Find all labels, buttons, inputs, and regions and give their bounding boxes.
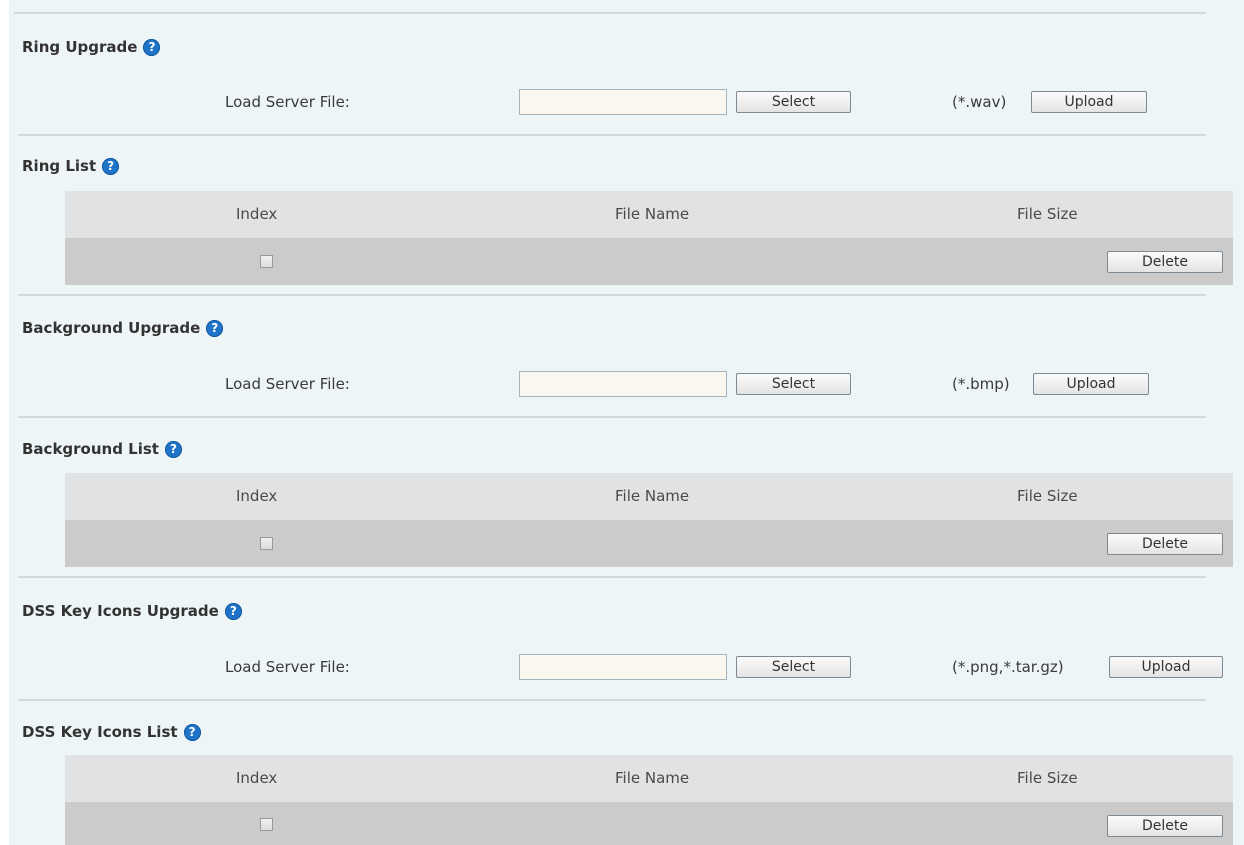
- help-icon[interactable]: ?: [206, 319, 224, 337]
- background-file-extension: (*.bmp): [952, 375, 1010, 393]
- dss-list-title: DSS Key Icons List ?: [22, 721, 201, 743]
- help-icon[interactable]: ?: [102, 157, 120, 175]
- ring-select-button[interactable]: Select: [736, 91, 851, 113]
- dss-upload-button[interactable]: Upload: [1109, 656, 1223, 678]
- dss-file-extension: (*.png,*.tar.gz): [952, 658, 1064, 676]
- select-all-checkbox[interactable]: [260, 818, 273, 831]
- settings-panel: [9, 0, 1244, 845]
- ring-delete-button[interactable]: Delete: [1107, 251, 1223, 273]
- section-divider: [18, 294, 1206, 296]
- dss-list-table-row: Delete: [65, 802, 1233, 845]
- help-icon[interactable]: ?: [224, 602, 242, 620]
- section-title-text: Ring List: [22, 157, 97, 175]
- dss-select-button[interactable]: Select: [736, 656, 851, 678]
- ring-upgrade-title: Ring Upgrade ?: [22, 36, 161, 58]
- section-divider: [18, 576, 1206, 578]
- column-header-index: Index: [236, 769, 278, 787]
- section-divider: [18, 134, 1206, 136]
- ring-upload-button[interactable]: Upload: [1031, 91, 1147, 113]
- section-title-text: DSS Key Icons Upgrade: [22, 602, 219, 620]
- load-server-file-label: Load Server File:: [225, 375, 350, 393]
- column-header-file-name: File Name: [615, 769, 690, 787]
- background-list-title: Background List ?: [22, 438, 182, 460]
- ring-list-title: Ring List ?: [22, 155, 120, 177]
- background-upload-button[interactable]: Upload: [1033, 373, 1149, 395]
- column-header-file-size: File Size: [1017, 205, 1078, 223]
- dss-upgrade-title: DSS Key Icons Upgrade ?: [22, 600, 242, 622]
- ring-file-input[interactable]: [519, 89, 727, 115]
- section-title-text: Background List: [22, 440, 159, 458]
- background-list-table-row: Delete: [65, 520, 1233, 567]
- dss-file-input[interactable]: [519, 654, 727, 680]
- section-title-text: DSS Key Icons List: [22, 723, 178, 741]
- ring-file-extension: (*.wav): [952, 93, 1007, 111]
- column-header-file-name: File Name: [615, 205, 690, 223]
- help-icon[interactable]: ?: [164, 440, 182, 458]
- dss-delete-button[interactable]: Delete: [1107, 815, 1223, 837]
- section-title-text: Ring Upgrade: [22, 38, 138, 56]
- background-select-button[interactable]: Select: [736, 373, 851, 395]
- section-title-text: Background Upgrade: [22, 319, 201, 337]
- section-divider: [14, 12, 1206, 14]
- column-header-file-name: File Name: [615, 487, 690, 505]
- load-server-file-label: Load Server File:: [225, 658, 350, 676]
- column-header-file-size: File Size: [1017, 769, 1078, 787]
- column-header-file-size: File Size: [1017, 487, 1078, 505]
- ring-list-table-header: Index File Name File Size: [65, 191, 1233, 238]
- section-divider: [18, 416, 1206, 418]
- column-header-index: Index: [236, 487, 278, 505]
- help-icon[interactable]: ?: [183, 723, 201, 741]
- select-all-checkbox[interactable]: [260, 537, 273, 550]
- background-list-table-header: Index File Name File Size: [65, 473, 1233, 520]
- background-upgrade-title: Background Upgrade ?: [22, 317, 224, 339]
- ring-list-table-row: Delete: [65, 238, 1233, 285]
- select-all-checkbox[interactable]: [260, 255, 273, 268]
- dss-list-table-header: Index File Name File Size: [65, 755, 1233, 802]
- section-divider: [18, 699, 1206, 701]
- column-header-index: Index: [236, 205, 278, 223]
- help-icon[interactable]: ?: [143, 38, 161, 56]
- load-server-file-label: Load Server File:: [225, 93, 350, 111]
- background-delete-button[interactable]: Delete: [1107, 533, 1223, 555]
- background-file-input[interactable]: [519, 371, 727, 397]
